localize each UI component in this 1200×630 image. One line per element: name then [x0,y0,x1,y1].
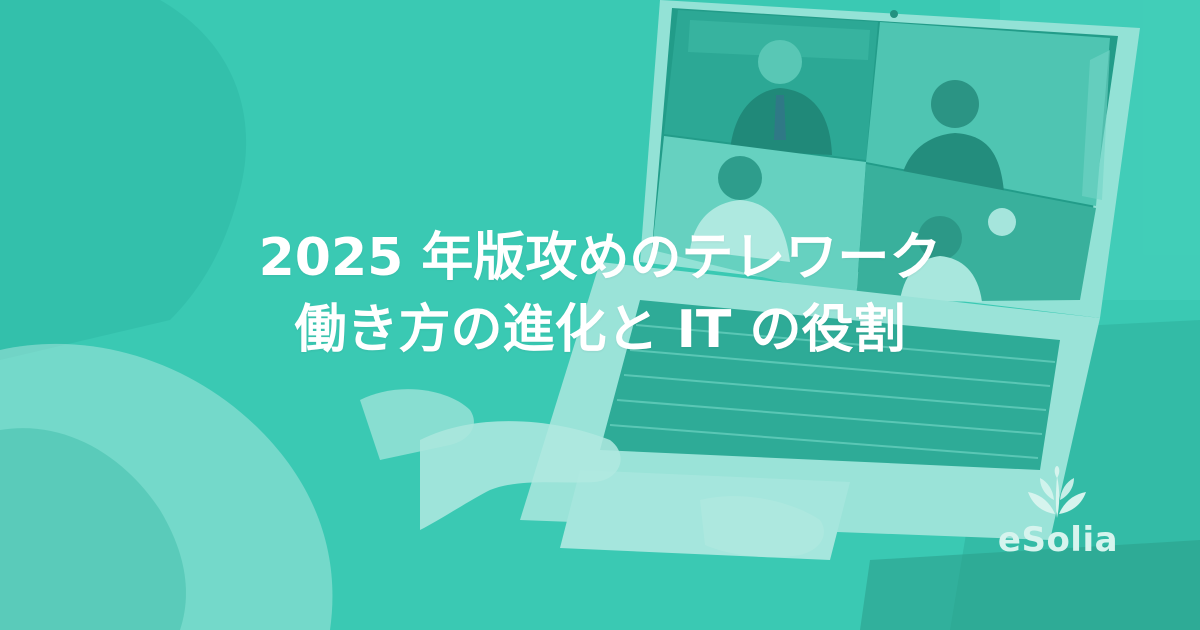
leaf-sprout-icon [1028,466,1086,518]
banner: 2025 年版攻めのテレワーク 働き方の進化と IT の役割 eSolia [0,0,1200,630]
brand-name: eSolia [997,520,1119,560]
brand-logo: eSolia [988,466,1128,566]
headline: 2025 年版攻めのテレワーク 働き方の進化と IT の役割 [0,222,1200,366]
headline-line-1: 2025 年版攻めのテレワーク [258,228,942,288]
headline-line-2: 働き方の進化と IT の役割 [294,300,906,360]
